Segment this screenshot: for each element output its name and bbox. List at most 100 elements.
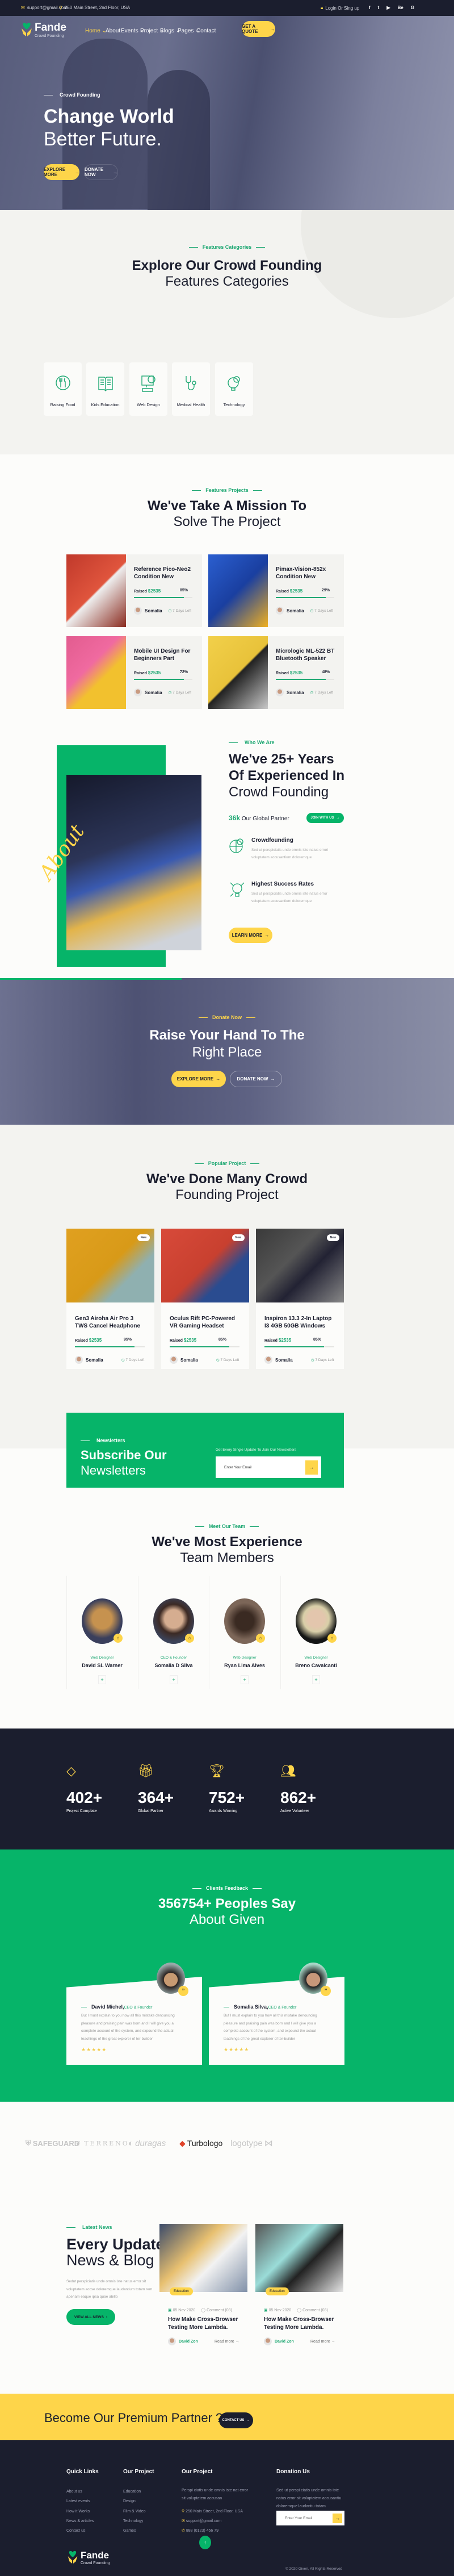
blog-card[interactable]: Education ▣ 05 Nov 2020 ◯ Comment (03) Ho… <box>159 2224 247 2345</box>
popular-project-card[interactable]: New Inspiron 13.3 2-In Laptop I3 4GB 50G… <box>256 1229 344 1369</box>
popular-project-card[interactable]: New Oculus Rift PC-Powered VR Gaming Hea… <box>161 1229 249 1369</box>
team-member-card[interactable]: ⌂ Web Designer Breno Cavalcanti + <box>280 1576 351 1689</box>
youtube-icon[interactable]: ▶ <box>386 5 390 10</box>
plus-icon[interactable]: + <box>312 1675 320 1684</box>
project-title[interactable]: Mobile UI Design For Beginners Part <box>134 648 196 663</box>
view-all-news-button[interactable]: View All News › <box>66 2309 115 2325</box>
footer-link[interactable]: About us <box>66 2487 94 2496</box>
project-title[interactable]: Gen3 Airoha Air Pro 3 TWS Cancel Headpho… <box>75 1315 146 1331</box>
features-section: Features Categories Explore Our Crowd Fo… <box>0 210 454 454</box>
avatar <box>134 688 142 696</box>
explore-more-button[interactable]: Explore More → <box>171 1071 226 1087</box>
contact-phone[interactable]: ✆ 888 (0123) 456 79 <box>182 2526 218 2536</box>
learn-more-button[interactable]: Learn More → <box>229 928 272 943</box>
blog-card[interactable]: Education ▣ 05 Nov 2020 ◯ Comment (03) Ho… <box>255 2224 343 2345</box>
behance-icon[interactable]: Be <box>398 5 403 10</box>
post-title[interactable]: How Make Cross-Browser Testing More Lamb… <box>168 2316 247 2332</box>
project-image: New <box>161 1229 249 1302</box>
category-card[interactable]: Medical Health <box>172 362 210 416</box>
read-more-link[interactable]: Read more → <box>310 2340 335 2344</box>
join-with-us-button[interactable]: Join With Us → <box>306 813 344 823</box>
heart-hands-logo-icon <box>68 2550 78 2564</box>
team-member-card[interactable]: ⌂ Web Designer David SL Warner + <box>66 1576 137 1689</box>
counter-label: Awards Winning <box>209 1809 238 1813</box>
team-member-card[interactable]: ⌂ Web Designer Ryan Lima Alves + <box>209 1576 280 1689</box>
computer-code-icon <box>141 375 155 392</box>
facebook-icon[interactable]: f <box>369 5 371 10</box>
footer-link[interactable]: Technology <box>123 2516 146 2526</box>
lock-icon: 🔒︎ <box>321 5 323 10</box>
explore-more-button[interactable]: Explore More → <box>44 164 79 180</box>
footer-link[interactable]: Latest events <box>66 2496 94 2506</box>
read-more-link[interactable]: Read more → <box>215 2340 239 2344</box>
contact-email[interactable]: ✉ support@gmail.com <box>182 2516 221 2526</box>
nav-home[interactable]: Home ⌄ <box>85 28 107 34</box>
member-role: Web Designer <box>304 1656 328 1660</box>
project-title[interactable]: Reference Pico-Neo2 Condition New <box>134 566 196 582</box>
twitter-icon[interactable]: t <box>378 5 380 10</box>
nav-contact[interactable]: Contact <box>196 28 216 34</box>
category-badge[interactable]: Education <box>266 2287 289 2295</box>
share-icon[interactable]: ⌂ <box>256 1634 265 1643</box>
category-card[interactable]: Web Design <box>129 362 167 416</box>
logo[interactable]: Fande Crowd Founding <box>21 22 66 38</box>
member-role: CEO & Founder <box>160 1656 187 1660</box>
footer-link[interactable]: How it Works <box>66 2507 94 2516</box>
project-title[interactable]: Inspiron 13.3 2-In Laptop I3 4GB 50GB Wi… <box>264 1315 335 1331</box>
raised-amount: $2535 <box>89 1338 102 1343</box>
footer-logo[interactable]: Fande Crowd Founding <box>66 2550 110 2565</box>
get-quote-button[interactable]: Get A Quote → <box>242 21 275 37</box>
footer-link[interactable]: Contact us <box>66 2526 94 2536</box>
author-name: David Zon <box>179 2339 198 2344</box>
newsletter-email-input[interactable]: Enter Your Email → <box>216 1456 321 1478</box>
new-badge: New <box>326 1234 339 1241</box>
popular-project-card[interactable]: New Gen3 Airoha Air Pro 3 TWS Cancel Hea… <box>66 1229 154 1369</box>
plus-icon[interactable]: + <box>170 1675 178 1684</box>
footer-link[interactable]: Education <box>123 2487 146 2496</box>
footer-link[interactable]: Film & Video <box>123 2507 146 2516</box>
footer-heading: Donation Us <box>276 2469 310 2475</box>
category-card[interactable]: Technology <box>215 362 253 416</box>
topbar-address: ⚲ 250 Main Street, 2nd Floor, USA <box>59 5 131 10</box>
footer-link[interactable]: News & articles <box>66 2516 94 2526</box>
newsletter-box: Newsletters Subscribe Our Newsletters Ge… <box>66 1413 344 1488</box>
donate-now-button[interactable]: Donate Now → <box>84 164 118 180</box>
submit-arrow-button[interactable]: → <box>333 2513 342 2523</box>
post-title[interactable]: How Make Cross-Browser Testing More Lamb… <box>264 2316 343 2332</box>
project-card[interactable]: Micrologic ML-522 BT Bluetooth Speaker R… <box>208 636 344 709</box>
project-card[interactable]: Reference Pico-Neo2 Condition New Raised… <box>66 554 202 627</box>
clock-icon: ◷ <box>121 1358 125 1362</box>
category-card[interactable]: Raising Food <box>44 362 82 416</box>
globe-money-icon <box>229 838 243 853</box>
project-card[interactable]: Mobile UI Design For Beginners Part Rais… <box>66 636 202 709</box>
footer-link[interactable]: Design <box>123 2496 146 2506</box>
contact-us-button[interactable]: Contact Us → <box>219 2412 253 2428</box>
team-member-card[interactable]: ⌂ CEO & Founder Somalia D Silva + <box>138 1576 209 1689</box>
donate-banner: Donate Now Raise Your Hand To The Right … <box>0 978 454 1125</box>
category-card[interactable]: Kids Education <box>86 362 124 416</box>
progress-percent: 85% <box>179 588 188 592</box>
project-title[interactable]: Micrologic ML-522 BT Bluetooth Speaker <box>276 648 338 663</box>
section-tag: Who We Are <box>229 740 275 745</box>
testimonials-section: Clients Feedback 356754+ Peoples Say Abo… <box>0 1849 454 2102</box>
google-icon[interactable]: G <box>411 5 414 10</box>
avatar <box>264 2337 272 2345</box>
login-link[interactable]: 🔒︎ Login Or Sing up <box>321 5 359 11</box>
plus-icon[interactable]: + <box>98 1675 106 1684</box>
project-title[interactable]: Oculus Rift PC-Powered VR Gaming Headset <box>170 1315 241 1331</box>
nav-about[interactable]: About <box>106 28 120 34</box>
plus-icon[interactable]: + <box>241 1675 249 1684</box>
share-icon[interactable]: ⌂ <box>327 1634 337 1643</box>
donate-now-button[interactable]: Donate Now → <box>230 1071 282 1087</box>
project-card[interactable]: Pimax-Vision-852x Condition New Raised $… <box>208 554 344 627</box>
newsletter-title: Subscribe Our <box>81 1448 167 1462</box>
category-badge[interactable]: Education <box>170 2287 193 2295</box>
share-icon[interactable]: ⌂ <box>185 1634 194 1643</box>
scroll-to-top-button[interactable]: ↑ <box>199 2536 211 2549</box>
footer-email-input[interactable]: Enter Your Email → <box>276 2511 344 2525</box>
submit-arrow-button[interactable]: → <box>305 1460 318 1475</box>
footer-link[interactable]: Games <box>123 2526 146 2536</box>
share-icon[interactable]: ⌂ <box>114 1634 123 1643</box>
global-partner: 36k Our Global Partner <box>229 814 289 822</box>
project-title[interactable]: Pimax-Vision-852x Condition New <box>276 566 338 582</box>
